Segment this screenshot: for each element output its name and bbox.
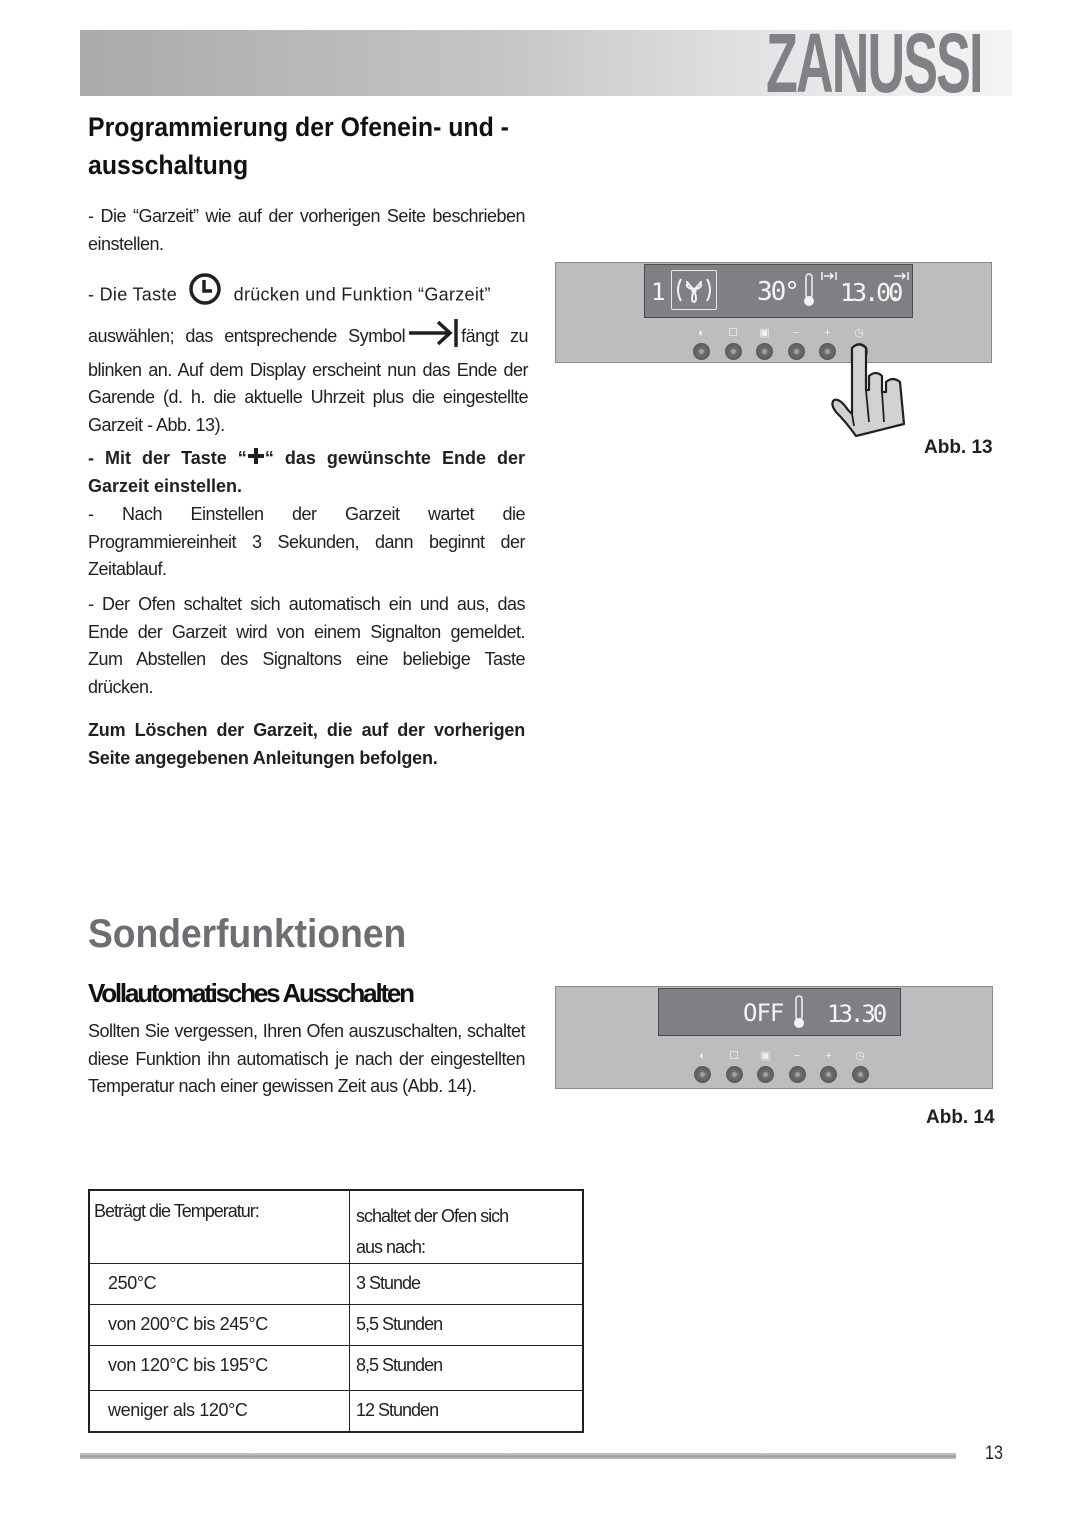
table-header-cell: Beträgt die Temperatur:: [88, 1189, 350, 1264]
duration-cell: 3 Stunde: [349, 1263, 584, 1305]
plus-symbol: +: [825, 1050, 832, 1062]
temperature-cell: von 120°C bis 195°C: [88, 1345, 350, 1391]
figure-caption-14: Abb. 14: [926, 1107, 995, 1128]
paragraph-plus-key: - Mit der Taste “ “ das gewünschte Ende …: [88, 445, 525, 501]
button-symbols-fig14: ◐ ☐ ▣ − + ◷: [694, 1050, 869, 1062]
function-symbol: ☐: [728, 327, 738, 339]
minus-button[interactable]: [787, 343, 805, 360]
duration-cell: 12 Stunden: [349, 1390, 584, 1433]
table-row: weniger als 120°C 12 Stunden: [88, 1390, 584, 1433]
paragraph-press-clock: - Die Taste drücken und Funktion “Garzei…: [88, 272, 525, 319]
clock-icon: [188, 272, 222, 319]
plus-symbol: +: [824, 327, 831, 339]
temperature-symbol: ▣: [760, 1050, 771, 1062]
on-off-button[interactable]: [693, 343, 710, 360]
start-time-icon: [821, 268, 837, 286]
clock-symbol: ◷: [855, 1050, 865, 1062]
thermometer-icon: [803, 273, 815, 312]
footer-divider: [80, 1453, 956, 1459]
on-off-button[interactable]: [694, 1066, 711, 1083]
table-header-row: Beträgt die Temperatur: schaltet der Ofe…: [88, 1189, 584, 1264]
temperature-cell: 250°C: [88, 1263, 350, 1305]
function-button[interactable]: [725, 1066, 743, 1083]
section-title-special-functions: Sonderfunktionen: [88, 912, 407, 956]
function-symbol: ☐: [729, 1050, 739, 1062]
clock-symbol: ◷: [854, 327, 864, 339]
display-indicator: ▸: [893, 293, 900, 304]
text-druecken: drücken und Funktion “Garzeit”: [233, 284, 491, 305]
buttons-fig14: [694, 1066, 869, 1083]
fan-icon: [671, 270, 717, 310]
paragraph-auto-off: Sollten Sie vergessen, Ihren Ofen auszus…: [88, 1021, 526, 1096]
paragraph-delete-cooking-time: Zum Löschen der Garzeit, die auf der vor…: [88, 720, 525, 768]
arrow-to-bar-icon: [407, 318, 459, 357]
temperature-cell: weniger als 120°C: [88, 1390, 350, 1433]
duration-cell: 5,5 Stunden: [349, 1304, 584, 1346]
display-time: 13.30: [827, 1000, 887, 1028]
button-symbols-fig13: ◐ ☐ ▣ − + ◷: [693, 327, 868, 339]
display-level: 1: [651, 278, 666, 306]
oven-control-panel-fig13: 1 30° 13.00 ▸ ◐ ☐ ▣ − + ◷: [555, 262, 992, 363]
temperature-cell: von 200°C bis 245°C: [88, 1304, 350, 1346]
figure-caption-13: Abb. 13: [924, 437, 993, 458]
thermometer-icon: [793, 995, 805, 1034]
plus-button[interactable]: [820, 1066, 837, 1083]
text-mit-der-taste: - Mit der Taste “: [88, 448, 247, 468]
minus-symbol: −: [793, 1050, 801, 1062]
table-row: von 200°C bis 245°C 5,5 Stunden: [88, 1304, 584, 1346]
clock-button[interactable]: [851, 1066, 869, 1083]
on-off-symbol: ◐: [698, 327, 705, 339]
plus-icon: [247, 446, 265, 474]
table-row: von 120°C bis 195°C 8,5 Stunden: [88, 1345, 584, 1391]
duration-cell: 8,5 Stunden: [349, 1345, 584, 1391]
minus-symbol: −: [792, 327, 800, 339]
pointing-hand-icon: [826, 342, 916, 443]
end-time-icon: [893, 268, 909, 286]
temperature-symbol: ▣: [759, 327, 770, 339]
display-status: OFF: [743, 999, 784, 1027]
table-row: 250°C 3 Stunde: [88, 1263, 584, 1305]
oven-display-fig14: OFF 13.30: [658, 988, 901, 1036]
paragraph-auto-on-off: - Der Ofen schaltet sich automatisch ein…: [88, 594, 526, 697]
on-off-symbol: ◐: [699, 1050, 706, 1062]
display-time: 13.00: [840, 278, 903, 307]
display-temperature: 30°: [757, 277, 800, 307]
page-number: 13: [985, 1443, 1003, 1464]
text-die-taste: - Die Taste: [88, 284, 178, 305]
table-header-cell: schaltet der Ofen sich aus nach:: [349, 1189, 584, 1264]
text-auswaehlen: auswählen; das entsprechende Symbol: [88, 326, 406, 346]
paragraph-wait-3-seconds: - Nach Einstellen der Garzeit wartet die…: [88, 504, 526, 579]
brand-logo: ZANUSSI: [766, 16, 983, 110]
minus-button[interactable]: [788, 1066, 806, 1083]
function-button[interactable]: [724, 343, 742, 360]
subsection-title-auto-off: Vollautomatisches Ausschalten: [88, 978, 415, 1008]
auto-off-table: Beträgt die Temperatur: schaltet der Ofe…: [88, 1189, 584, 1433]
temperature-button[interactable]: [756, 343, 773, 360]
temperature-button[interactable]: [757, 1066, 774, 1083]
paragraph-symbol-blinks: auswählen; das entsprechende Symbol fäng…: [88, 318, 529, 439]
oven-display-fig13: 1 30° 13.00 ▸: [644, 264, 913, 318]
paragraph-set-cooking-time: - Die “Garzeit” wie auf der vorherigen S…: [88, 206, 526, 254]
section-title: Programmierung der Ofenein- und - aussch…: [88, 112, 509, 180]
oven-control-panel-fig14: OFF 13.30 ◐ ☐ ▣ − + ◷: [555, 986, 993, 1089]
